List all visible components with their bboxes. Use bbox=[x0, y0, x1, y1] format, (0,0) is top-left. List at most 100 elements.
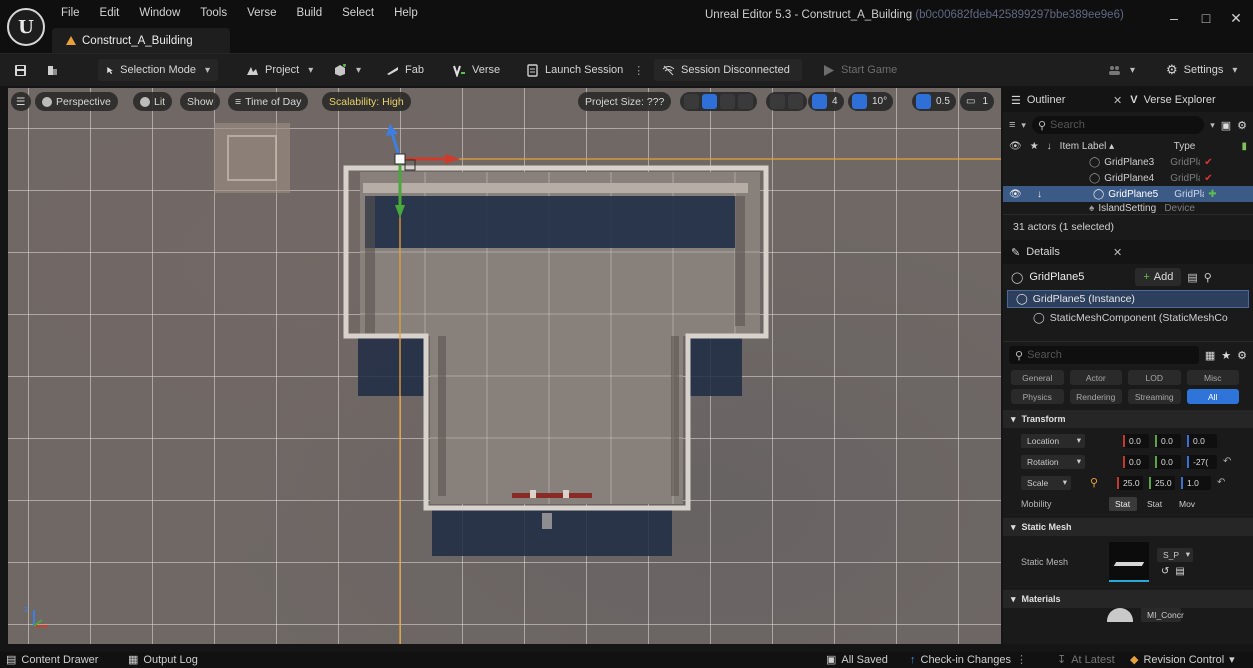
item-label-column-header[interactable]: Item Label ▴ bbox=[1060, 141, 1166, 152]
tab-details[interactable]: ✎ Details bbox=[1003, 240, 1113, 264]
scale-z-field[interactable]: 1.0 bbox=[1181, 475, 1211, 490]
fab-button[interactable]: Fab bbox=[386, 59, 424, 81]
lock-icon[interactable]: ⚲ bbox=[1204, 271, 1212, 284]
scale-tool-icon[interactable] bbox=[738, 94, 753, 109]
scalability-button[interactable]: Scalability: High bbox=[322, 92, 411, 111]
menu-help[interactable]: Help bbox=[385, 0, 427, 26]
show-button[interactable]: Show bbox=[180, 92, 221, 111]
blueprint-icon[interactable]: ▤ bbox=[1187, 271, 1197, 284]
location-y-field[interactable]: 0.0 bbox=[1155, 433, 1181, 448]
list-item-selected[interactable]: 👁 ↓ ◯ GridPlane5 GridPlai ✚ bbox=[1003, 186, 1253, 202]
rotation-snap-group[interactable]: 10° bbox=[848, 92, 894, 111]
surface-snap-icon[interactable] bbox=[788, 94, 803, 109]
browse-content-button[interactable] bbox=[46, 59, 59, 81]
rotation-y-field[interactable]: 0.0 bbox=[1155, 454, 1181, 469]
camera-speed-group[interactable]: ▭ 1 bbox=[960, 92, 995, 111]
chevron-down-icon[interactable]: ▾ bbox=[1021, 120, 1026, 131]
filter-rendering[interactable]: Rendering bbox=[1069, 389, 1122, 404]
reset-icon[interactable]: ↶ bbox=[1223, 456, 1231, 467]
use-selected-icon[interactable]: ↺ bbox=[1161, 566, 1169, 577]
browse-folder-icon[interactable]: ▤ bbox=[1175, 566, 1184, 577]
lock-scale-icon[interactable]: ⚲ bbox=[1077, 476, 1111, 489]
mobility-static-button[interactable]: Stat bbox=[1109, 496, 1137, 511]
more-options-icon[interactable]: ⋮ bbox=[1016, 653, 1027, 666]
list-item[interactable]: ♠ IslandSetting Device bbox=[1003, 202, 1253, 214]
launch-session-button[interactable]: Launch Session ⋮ bbox=[526, 59, 644, 81]
rotation-z-field[interactable]: -27( bbox=[1187, 454, 1217, 469]
filter-all[interactable]: All bbox=[1186, 389, 1239, 404]
location-z-field[interactable]: 0.0 bbox=[1187, 433, 1217, 448]
scene-render[interactable] bbox=[8, 88, 1001, 644]
lit-button[interactable]: Lit bbox=[133, 92, 173, 111]
menu-verse[interactable]: Verse bbox=[238, 0, 285, 26]
project-menu-button[interactable]: Project bbox=[246, 59, 313, 81]
filter-streaming[interactable]: Streaming bbox=[1128, 389, 1181, 404]
at-latest-status[interactable]: ↧ At Latest bbox=[1057, 653, 1115, 667]
add-actor-button[interactable] bbox=[334, 59, 361, 81]
translate-tool-icon[interactable] bbox=[702, 94, 717, 109]
filter-misc[interactable]: Misc bbox=[1186, 370, 1239, 385]
scale-mode-dropdown[interactable]: Scale ▾ bbox=[1021, 475, 1071, 490]
filter-lod[interactable]: LOD bbox=[1128, 370, 1181, 385]
favorite-icon[interactable]: ★ bbox=[1030, 141, 1039, 152]
list-item[interactable]: ◯ GridPlane3 GridPlai ✔ bbox=[1003, 154, 1253, 170]
grid-snap-icon[interactable] bbox=[812, 94, 827, 109]
grid-snap-group[interactable]: 4 bbox=[808, 92, 844, 111]
menu-edit[interactable]: Edit bbox=[91, 0, 129, 26]
table-view-icon[interactable]: ▦ bbox=[1205, 349, 1215, 362]
start-game-button[interactable]: Start Game bbox=[822, 59, 897, 81]
world-space-icon[interactable] bbox=[770, 94, 785, 109]
select-tool-icon[interactable] bbox=[684, 94, 699, 109]
material-name[interactable]: MI_Concr bbox=[1141, 608, 1184, 622]
mobility-movable-button[interactable]: Mov bbox=[1173, 497, 1201, 511]
filter-general[interactable]: General bbox=[1011, 370, 1064, 385]
details-search-input[interactable]: ⚲ Search bbox=[1009, 346, 1199, 364]
location-mode-dropdown[interactable]: Location ▾ bbox=[1021, 433, 1085, 448]
scale-snap-group[interactable]: 0.5 bbox=[912, 92, 956, 111]
level-viewport[interactable]: z ☰ Perspective Lit Show ≡ Time of Day Sc… bbox=[8, 88, 1001, 644]
rotation-mode-dropdown[interactable]: Rotation ▾ bbox=[1021, 454, 1085, 469]
rotation-snap-icon[interactable] bbox=[852, 94, 867, 109]
gear-icon[interactable]: ⚙ bbox=[1237, 349, 1247, 362]
content-drawer-button[interactable]: ▤ Content Drawer bbox=[6, 653, 98, 667]
outliner-search-input[interactable]: ⚲ Search bbox=[1031, 116, 1205, 134]
project-tab[interactable]: Construct_A_Building bbox=[52, 28, 230, 53]
scale-snap-icon[interactable] bbox=[916, 94, 931, 109]
static-mesh-picker[interactable]: S_P ▾ bbox=[1157, 547, 1193, 562]
transform-section-header[interactable]: ▾ Transform bbox=[1003, 410, 1253, 428]
platforms-button[interactable] bbox=[1108, 59, 1135, 81]
menu-select[interactable]: Select bbox=[333, 0, 383, 26]
close-button[interactable]: ✕ bbox=[1220, 8, 1252, 28]
filter-physics[interactable]: Physics bbox=[1011, 389, 1064, 404]
scale-x-field[interactable]: 25.0 bbox=[1117, 475, 1143, 490]
rotation-x-field[interactable]: 0.0 bbox=[1123, 454, 1149, 469]
chevron-down-icon[interactable]: ▾ bbox=[1210, 120, 1215, 131]
gear-icon[interactable]: ⚙ bbox=[1237, 119, 1247, 132]
session-status[interactable]: Session Disconnected bbox=[654, 59, 802, 81]
unreal-logo-icon[interactable]: U bbox=[7, 8, 45, 46]
favorite-icon[interactable]: ★ bbox=[1221, 349, 1231, 362]
rotate-tool-icon[interactable] bbox=[720, 94, 735, 109]
folder-icon[interactable]: ▣ bbox=[1221, 119, 1231, 132]
selection-mode-dropdown[interactable]: Selection Mode bbox=[98, 59, 218, 81]
mobility-stationary-button[interactable]: Stat bbox=[1141, 497, 1169, 511]
materials-section-header[interactable]: ▾ Materials bbox=[1003, 590, 1253, 608]
component-row[interactable]: ◯ StaticMeshComponent (StaticMeshCo bbox=[1003, 308, 1253, 328]
menu-build[interactable]: Build bbox=[288, 0, 332, 26]
close-outliner-icon[interactable]: ✕ bbox=[1113, 94, 1122, 107]
pin-icon[interactable]: ↓ bbox=[1047, 141, 1052, 152]
static-mesh-thumbnail[interactable] bbox=[1109, 542, 1149, 582]
time-of-day-button[interactable]: ≡ Time of Day bbox=[228, 92, 309, 111]
save-button[interactable] bbox=[14, 59, 27, 81]
pin-icon[interactable]: ↓ bbox=[1037, 189, 1089, 200]
all-saved-button[interactable]: ▣ All Saved bbox=[826, 653, 888, 667]
reset-icon[interactable]: ↶ bbox=[1217, 477, 1225, 488]
list-item[interactable]: ◯ GridPlane4 GridPlai ✔ bbox=[1003, 170, 1253, 186]
static-mesh-section-header[interactable]: ▾ Static Mesh bbox=[1003, 518, 1253, 536]
minimize-button[interactable]: – bbox=[1158, 8, 1190, 28]
menu-tools[interactable]: Tools bbox=[191, 0, 236, 26]
menu-file[interactable]: File bbox=[52, 0, 89, 26]
type-column-header[interactable]: Type bbox=[1174, 141, 1196, 152]
instance-row[interactable]: ◯ GridPlane5 (Instance) bbox=[1007, 290, 1249, 308]
visibility-icon[interactable]: 👁 bbox=[1009, 189, 1033, 200]
